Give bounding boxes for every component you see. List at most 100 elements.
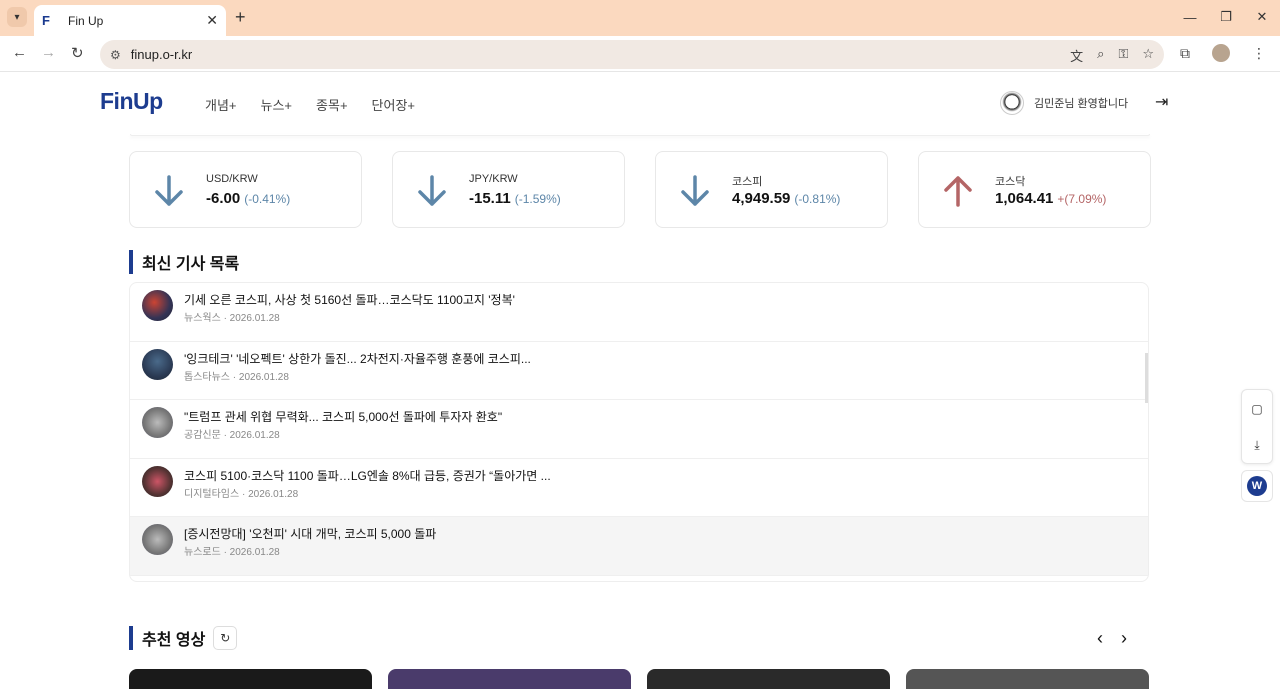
restore-button[interactable]: ❐ [1208,0,1244,34]
news-title[interactable]: 코스피 5100·코스닥 1100 돌파…LG엔솔 8%대 급등, 증권가 “돌… [184,467,551,484]
title-accent-bar [129,250,133,274]
market-card-kosdaq[interactable]: 코스닥 1,064.41 +(7.09%) [918,151,1151,228]
market-value: -6.00 [206,190,241,207]
site-header: FinUp 개념+ 뉴스+ 종목+ 단어장+ 김민준님 환영합니다 ⇥ [0,72,1280,134]
video-thumbnail[interactable] [647,669,890,689]
page: FinUp 개념+ 뉴스+ 종목+ 단어장+ 김민준님 환영합니다 ⇥ USD/… [0,72,1280,689]
arrow-down-icon [155,175,183,206]
key-icon[interactable]: ⚿ [1118,46,1128,65]
reload-icon[interactable]: ↻ [71,44,84,62]
user-greeting: 김민준님 환영합니다 [1034,98,1129,110]
market-value: 4,949.59 [732,190,791,207]
memo-icon[interactable]: ▢ [1242,390,1272,427]
market-change: (-0.41%) [244,192,291,206]
market-cards: USD/KRW -6.00 (-0.41%) JPY/KRW -15.11 (-1.… [129,151,1151,228]
arrow-up-icon [944,176,972,207]
translate-icon[interactable]: 文 [1070,46,1083,65]
user-info: 김민준님 환영합니다 [1000,91,1128,115]
market-name: USD/KRW [206,173,258,185]
extensions-icon[interactable]: ⧉ [1180,45,1190,62]
chevron-right-icon[interactable]: › [1121,628,1127,649]
market-name: 코스닥 [995,176,1026,188]
news-meta: 디지털타임스 · 2026.01.28 [184,488,299,500]
news-thumbnail [142,524,173,555]
news-thumbnail [142,465,173,497]
news-thumbnail [142,348,173,380]
news-thumbnail [142,290,173,321]
chevron-left-icon[interactable]: ‹ [1097,628,1103,649]
video-thumbnail[interactable] [906,669,1149,689]
list-item[interactable]: 기세 오른 코스피, 사상 첫 5160선 돌파…코스닥도 1100고지 '정복… [130,283,1148,342]
market-name: 코스피 [732,176,763,188]
news-title[interactable]: "트럼프 관세 위협 무력화... 코스피 5,000선 돌파에 투자자 환호" [184,408,502,425]
news-section-title: 최신 기사 목록 [129,250,239,274]
arrow-down-icon [681,175,709,206]
video-section-title: 추천 영상 ↻ [129,626,238,650]
news-meta: 공감신문 · 2026.01.28 [184,430,280,441]
window-controls: — ❐ ✕ [1172,0,1280,34]
news-meta: 뉴스로드 · 2026.01.28 [184,547,280,558]
market-card-usdkrw[interactable]: USD/KRW -6.00 (-0.41%) [129,151,362,228]
nav-item-news[interactable]: 뉴스+ [261,95,293,114]
news-meta: 뉴스웍스 · 2026.01.28 [184,313,280,324]
section-heading: 추천 영상 [142,632,206,649]
main-nav: 개념+ 뉴스+ 종목+ 단어장+ [205,95,415,114]
assistant-logo-icon: W [1247,476,1267,496]
news-list: 기세 오른 코스피, 사상 첫 5160선 돌파…코스닥도 1100고지 '정복… [129,282,1149,582]
side-toolbar: ▢ ⤓ [1241,389,1273,464]
close-icon[interactable]: ✕ [206,12,218,29]
address-bar[interactable]: ⚙ finup.o-r.kr 文 ⌕ ⚿ ☆ [100,40,1164,69]
download-icon[interactable]: ⤓ [1242,427,1272,464]
news-meta: 톱스타뉴스 · 2026.01.28 [184,371,289,383]
new-tab-button[interactable]: + [235,8,246,26]
nav-item-concept[interactable]: 개념+ [205,95,237,114]
market-change: (-0.81%) [794,192,841,206]
browser-tabbar: ▾ F Fin Up ✕ + — ❐ ✕ [0,0,1280,36]
site-info-icon[interactable]: ⚙ [110,48,121,62]
profile-avatar[interactable] [1212,44,1230,62]
news-thumbnail [142,407,173,438]
browser-tab[interactable]: F Fin Up ✕ [34,5,226,36]
tab-list-chevron-icon[interactable]: ▾ [7,7,27,27]
video-thumbnail[interactable] [388,669,631,689]
list-item[interactable]: "트럼프 관세 위협 무력화... 코스피 5,000선 돌파에 투자자 환호"… [130,400,1148,459]
market-change: +(7.09%) [1057,192,1107,206]
market-change: (-1.59%) [514,192,561,206]
market-card-jpykrw[interactable]: JPY/KRW -15.11 (-1.59%) [392,151,625,228]
window-close-button[interactable]: ✕ [1244,0,1280,34]
nav-item-wordbook[interactable]: 단어장+ [372,95,415,114]
list-item[interactable]: '잉크테크' '네오펙트' 상한가 돌진... 2차전지·자율주행 훈풍에 코스… [130,342,1148,400]
market-card-kospi[interactable]: 코스피 4,949.59 (-0.81%) [655,151,888,228]
news-scrollbar[interactable] [1145,353,1148,403]
arrow-down-icon [418,175,446,206]
forward-arrow-icon[interactable]: → [41,44,56,61]
menu-kebab-icon[interactable]: ⋮ [1252,45,1266,62]
list-item[interactable]: [증시전망대] '오천피' 시대 개막, 코스피 5,000 돌파 뉴스로드 ·… [130,517,1148,576]
video-thumbnail[interactable] [129,669,372,689]
url-text[interactable]: finup.o-r.kr [131,47,192,62]
browser-toolbar: ← → ↻ ⚙ finup.o-r.kr 文 ⌕ ⚿ ☆ ⧉ ⋮ [0,36,1280,72]
news-title[interactable]: 기세 오른 코스피, 사상 첫 5160선 돌파…코스닥도 1100고지 '정복… [184,291,515,308]
zoom-icon[interactable]: ⌕ [1097,46,1104,65]
news-title[interactable]: '잉크테크' '네오펙트' 상한가 돌진... 2차전지·자율주행 훈풍에 코스… [184,350,531,367]
favicon-icon: F [42,12,50,28]
back-arrow-icon[interactable]: ← [12,44,27,61]
avatar [1000,91,1024,115]
carousel-controls: ‹ › [1097,628,1127,649]
market-value: -15.11 [469,190,511,207]
refresh-button[interactable]: ↻ [213,626,238,650]
market-value: 1,064.41 [995,190,1054,207]
assistant-button[interactable]: W [1241,470,1273,502]
nav-item-stocks[interactable]: 종목+ [316,95,348,114]
minimize-button[interactable]: — [1172,0,1208,34]
news-title[interactable]: [증시전망대] '오천피' 시대 개막, 코스피 5,000 돌파 [184,525,436,542]
logout-icon[interactable]: ⇥ [1155,92,1168,112]
section-heading: 최신 기사 목록 [142,256,240,273]
list-item[interactable]: 코스피 5100·코스닥 1100 돌파…LG엔솔 8%대 급등, 증권가 “돌… [130,459,1148,517]
header-panel-edge [130,134,1150,136]
bookmark-star-icon[interactable]: ☆ [1142,46,1154,65]
video-list [129,669,1149,689]
title-accent-bar [129,626,133,650]
site-logo[interactable]: FinUp [100,88,163,115]
market-name: JPY/KRW [469,173,518,185]
